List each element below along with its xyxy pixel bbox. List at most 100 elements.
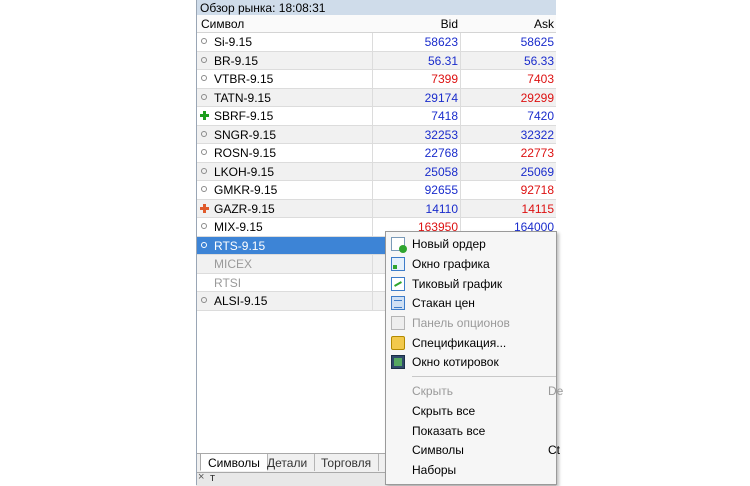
menu-item-sets[interactable]: Наборы <box>386 461 556 480</box>
bid-cell: 14110 <box>425 201 458 216</box>
status-circle-icon <box>201 38 207 44</box>
panel-left-border <box>196 0 197 485</box>
menu-item-label: Окно графика <box>412 257 490 271</box>
bid-cell: 29174 <box>424 90 458 105</box>
status-circle-icon <box>201 56 207 63</box>
price-down-icon <box>200 203 209 213</box>
menu-item-label: Окно котировок <box>412 355 499 369</box>
status-circle-icon <box>201 149 207 155</box>
market-watch-titlebar: Обзор рынка: 18:08:31 <box>196 0 556 16</box>
menu-separator <box>412 376 556 377</box>
menu-item-label: Наборы <box>412 463 457 477</box>
ask-cell: 58625 <box>520 35 554 49</box>
window-title: Обзор рынка: 18:08:31 <box>200 1 326 15</box>
menu-item-label: Спецификация... <box>412 336 507 350</box>
close-icon[interactable]: × <box>198 471 204 483</box>
symbol-cell: BR-9.15 <box>214 53 259 68</box>
menu-item-quotes-window[interactable]: Окно котировок <box>386 353 556 372</box>
menu-item-shortcut: De <box>548 384 564 398</box>
ask-cell: 7420 <box>527 109 554 123</box>
status-circle-icon <box>201 75 207 81</box>
context-menu: Новый ордер Окно графика Тиковый график … <box>385 231 563 485</box>
bid-cell: 7399 <box>431 72 458 86</box>
status-circle-icon <box>201 297 207 303</box>
bid-cell: 56.31 <box>427 53 458 68</box>
symbol-cell: Si-9.15 <box>214 35 253 49</box>
table-row[interactable]: VTBR-9.15 7399 7403 <box>196 70 556 89</box>
status-circle-icon <box>201 186 207 192</box>
ask-cell: 25069 <box>520 164 554 179</box>
ask-cell: 29299 <box>520 90 554 105</box>
bid-cell: 58623 <box>424 35 458 49</box>
ask-cell: 7403 <box>527 72 554 86</box>
specification-icon <box>391 336 405 350</box>
ask-cell: 32322 <box>520 127 554 142</box>
price-up-icon <box>200 111 209 120</box>
bid-cell: 7418 <box>431 109 458 123</box>
menu-item-label: Скрыть все <box>412 404 476 418</box>
table-row[interactable]: BR-9.15 56.31 56.33 <box>196 51 556 70</box>
symbol-cell: VTBR-9.15 <box>214 72 274 86</box>
ask-cell: 22773 <box>520 146 554 160</box>
status-circle-icon <box>201 167 207 174</box>
tab-trading[interactable]: Торговля <box>314 454 380 471</box>
symbol-cell: SBRF-9.15 <box>214 109 274 123</box>
symbol-cell: SNGR-9.15 <box>214 127 277 142</box>
column-header-symbol[interactable]: Символ <box>201 17 244 31</box>
menu-item-hide: Скрыть De <box>386 382 563 401</box>
menu-item-label: Панель опционов <box>412 316 510 330</box>
symbol-cell: MICEX <box>214 257 253 271</box>
table-row[interactable]: SNGR-9.15 32253 32322 <box>196 125 556 144</box>
status-circle-icon <box>201 130 207 137</box>
table-row[interactable]: LKOH-9.15 25058 25069 <box>196 162 556 181</box>
table-row[interactable]: GAZR-9.15 14110 14115 <box>196 199 556 218</box>
menu-item-chart-window[interactable]: Окно графика <box>386 255 556 274</box>
bottom-bar-text: т <box>210 472 216 484</box>
menu-item-tick-chart[interactable]: Тиковый график <box>386 275 556 294</box>
symbol-cell: MIX-9.15 <box>214 220 263 234</box>
depth-of-market-icon <box>391 296 405 310</box>
menu-item-label: Новый ордер <box>412 237 486 251</box>
quotes-window-icon <box>391 355 405 369</box>
status-circle-icon <box>201 223 207 229</box>
menu-item-new-order[interactable]: Новый ордер <box>386 235 556 254</box>
symbol-cell: GAZR-9.15 <box>214 201 275 216</box>
menu-item-show-all[interactable]: Показать все <box>386 422 556 441</box>
tick-chart-icon <box>391 277 405 291</box>
menu-item-label: Тиковый график <box>412 277 503 291</box>
table-header: Символ Bid Ask <box>196 15 556 33</box>
table-row[interactable]: SBRF-9.15 7418 7420 <box>196 107 556 126</box>
table-row[interactable]: TATN-9.15 29174 29299 <box>196 88 556 107</box>
menu-item-hide-all[interactable]: Скрыть все <box>386 402 556 421</box>
menu-item-label: Скрыть <box>412 384 453 398</box>
ask-cell: 56.33 <box>523 53 554 68</box>
menu-item-label: Стакан цен <box>412 296 475 310</box>
chart-window-icon <box>391 257 405 271</box>
bid-cell: 25058 <box>424 164 458 179</box>
menu-item-specification[interactable]: Спецификация... <box>386 334 556 353</box>
column-header-ask[interactable]: Ask <box>534 17 554 31</box>
tab-symbols[interactable]: Символы <box>200 454 268 471</box>
bid-cell: 32253 <box>424 127 458 142</box>
menu-item-label: Показать все <box>412 424 486 438</box>
menu-item-options-panel: Панель опционов <box>386 314 556 333</box>
symbol-cell: ROSN-9.15 <box>214 146 277 160</box>
options-panel-icon <box>391 316 405 330</box>
ask-cell: 14115 <box>521 201 554 216</box>
menu-item-label: Символы <box>412 443 464 457</box>
symbol-cell: RTS-9.15 <box>214 238 266 253</box>
new-order-icon <box>391 237 407 253</box>
menu-item-symbols[interactable]: Символы Ct <box>386 441 560 460</box>
table-row[interactable]: ROSN-9.15 22768 22773 <box>196 144 556 163</box>
table-row[interactable]: Si-9.15 58623 58625 <box>196 33 556 52</box>
column-header-bid[interactable]: Bid <box>441 17 458 31</box>
symbol-cell: TATN-9.15 <box>214 90 271 105</box>
menu-item-depth-of-market[interactable]: Стакан цен <box>386 294 556 313</box>
symbol-cell: ALSI-9.15 <box>214 294 268 308</box>
bid-cell: 92655 <box>424 183 458 197</box>
table-row[interactable]: GMKR-9.15 92655 92718 <box>196 181 556 200</box>
bid-cell: 22768 <box>424 146 458 160</box>
status-circle-icon <box>201 93 207 100</box>
tab-details[interactable]: Детали <box>260 454 316 471</box>
symbol-cell: GMKR-9.15 <box>214 183 278 197</box>
